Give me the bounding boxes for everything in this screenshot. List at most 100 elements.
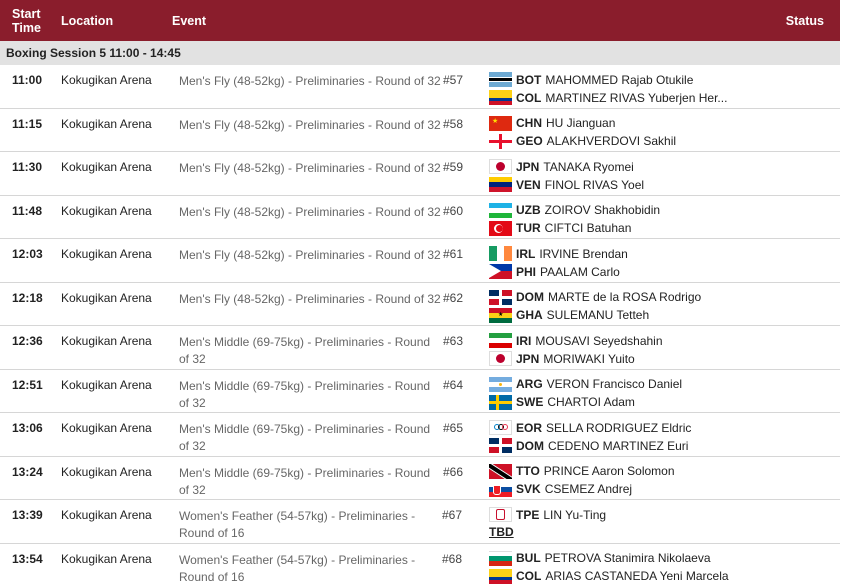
country-code: GHA [516, 308, 543, 322]
country-code: EOR [516, 421, 542, 435]
competitor-1[interactable]: DOM MARTE de la ROSA Rodrigo [489, 289, 701, 306]
country-code: IRL [516, 247, 535, 261]
start-time: 11:30 [12, 160, 42, 174]
event-name[interactable]: Men's Middle (69-75kg) - Preliminaries -… [179, 334, 441, 368]
competitor-2[interactable]: PHI PAALAM Carlo [489, 263, 620, 280]
flag-icon [489, 351, 512, 366]
competitor-1[interactable]: BOT MAHOMMED Rajab Otukile [489, 71, 693, 88]
match-number: #64 [443, 378, 463, 392]
event-name[interactable]: Men's Fly (48-52kg) - Preliminaries - Ro… [179, 291, 441, 308]
event-name[interactable]: Men's Fly (48-52kg) - Preliminaries - Ro… [179, 73, 441, 90]
schedule-row[interactable]: 12:18 Kokugikan Arena Men's Fly (48-52kg… [0, 283, 840, 327]
match-number: #59 [443, 160, 463, 174]
flag-icon [489, 90, 512, 105]
country-code: DOM [516, 290, 544, 304]
start-time: 11:00 [12, 73, 42, 87]
country-code: TPE [516, 508, 539, 522]
competitor-2[interactable]: GEO ALAKHVERDOVI Sakhil [489, 133, 676, 150]
country-code: COL [516, 91, 541, 105]
competitor-1[interactable]: ARG VERON Francisco Daniel [489, 376, 682, 393]
event-name[interactable]: Men's Middle (69-75kg) - Preliminaries -… [179, 378, 441, 412]
athlete-name: MARTINEZ RIVAS Yuberjen Her... [545, 91, 727, 105]
location: Kokugikan Arena [61, 508, 152, 522]
schedule-row[interactable]: 11:15 Kokugikan Arena Men's Fly (48-52kg… [0, 109, 840, 153]
match-number: #57 [443, 73, 463, 87]
competitor-1[interactable]: EOR SELLA RODRIGUEZ Eldric [489, 419, 691, 436]
event-name[interactable]: Women's Feather (54-57kg) - Preliminarie… [179, 508, 441, 542]
flag-icon [489, 507, 512, 522]
athlete-name: MORIWAKI Yuito [543, 352, 634, 366]
athlete-name: VERON Francisco Daniel [547, 377, 682, 391]
athlete-name: HU Jianguan [546, 116, 615, 130]
event-name[interactable]: Men's Fly (48-52kg) - Preliminaries - Ro… [179, 247, 441, 264]
schedule-row[interactable]: 12:36 Kokugikan Arena Men's Middle (69-7… [0, 326, 840, 370]
competitor-1[interactable]: IRI MOUSAVI Seyedshahin [489, 332, 663, 349]
athlete-name: ARIAS CASTANEDA Yeni Marcela [545, 569, 728, 583]
competitor-2[interactable]: SWE CHARTOI Adam [489, 394, 635, 411]
start-time: 11:48 [12, 204, 42, 218]
schedule-row[interactable]: 13:54 Kokugikan Arena Women's Feather (5… [0, 544, 840, 587]
competitor-1[interactable]: UZB ZOIROV Shakhobidin [489, 202, 660, 219]
country-code: JPN [516, 160, 539, 174]
start-time: 12:18 [12, 291, 43, 305]
flag-icon [489, 420, 512, 435]
column-header-start-time[interactable]: Start Time [12, 0, 52, 41]
session-title: Boxing Session 5 11:00 - 14:45 [0, 41, 840, 65]
flag-icon [489, 333, 512, 348]
competitor-1[interactable]: ★ CHN HU Jianguan [489, 115, 615, 132]
column-header-location[interactable]: Location [61, 0, 113, 41]
schedule-row[interactable]: 13:24 Kokugikan Arena Men's Middle (69-7… [0, 457, 840, 501]
athlete-name: CEDENO MARTINEZ Euri [548, 439, 688, 453]
flag-icon [489, 246, 512, 261]
country-code: PHI [516, 265, 536, 279]
event-name[interactable]: Men's Fly (48-52kg) - Preliminaries - Ro… [179, 160, 441, 177]
event-name[interactable]: Men's Middle (69-75kg) - Preliminaries -… [179, 465, 441, 499]
competitor-2[interactable]: VEN FINOL RIVAS Yoel [489, 176, 644, 193]
athlete-name: PETROVA Stanimira Nikolaeva [545, 551, 711, 565]
competitor-1[interactable]: JPN TANAKA Ryomei [489, 158, 634, 175]
schedule-row[interactable]: 11:48 Kokugikan Arena Men's Fly (48-52kg… [0, 196, 840, 240]
competitor-1[interactable]: BUL PETROVA Stanimira Nikolaeva [489, 550, 711, 567]
schedule-row[interactable]: 11:00 Kokugikan Arena Men's Fly (48-52kg… [0, 65, 840, 109]
schedule-row[interactable]: 11:30 Kokugikan Arena Men's Fly (48-52kg… [0, 152, 840, 196]
start-time: 13:24 [12, 465, 43, 479]
match-number: #68 [442, 552, 462, 566]
schedule-row[interactable]: 13:06 Kokugikan Arena Men's Middle (69-7… [0, 413, 840, 457]
competitor-2[interactable]: TUR CIFTCI Batuhan [489, 220, 631, 237]
location: Kokugikan Arena [61, 204, 152, 218]
column-header-status[interactable]: Status [786, 0, 824, 41]
competitor-1[interactable]: TPE LIN Yu-Ting [489, 506, 606, 523]
event-name[interactable]: Men's Middle (69-75kg) - Preliminaries -… [179, 421, 441, 455]
column-header-event[interactable]: Event [172, 0, 206, 41]
location: Kokugikan Arena [61, 465, 152, 479]
event-name[interactable]: Men's Fly (48-52kg) - Preliminaries - Ro… [179, 117, 441, 134]
competitor-1[interactable]: TTO PRINCE Aaron Solomon [489, 463, 675, 480]
competitor-2[interactable]: SVK CSEMEZ Andrej [489, 481, 632, 498]
event-name[interactable]: Men's Fly (48-52kg) - Preliminaries - Ro… [179, 204, 441, 221]
country-code: JPN [516, 352, 539, 366]
country-code: GEO [516, 134, 543, 148]
location: Kokugikan Arena [61, 160, 152, 174]
flag-icon [489, 72, 512, 87]
competitor-2[interactable]: ★ GHA SULEMANU Tetteh [489, 307, 649, 324]
flag-icon: ★ [489, 308, 512, 323]
country-code: TUR [516, 221, 541, 235]
competitor-1[interactable]: IRL IRVINE Brendan [489, 245, 628, 262]
event-name[interactable]: Women's Feather (54-57kg) - Preliminarie… [179, 552, 441, 586]
schedule-row[interactable]: 13:39 Kokugikan Arena Women's Feather (5… [0, 500, 840, 544]
athlete-name: ALAKHVERDOVI Sakhil [547, 134, 676, 148]
competitor-2[interactable]: JPN MORIWAKI Yuito [489, 350, 635, 367]
competitor-2[interactable]: COL ARIAS CASTANEDA Yeni Marcela [489, 568, 729, 585]
location: Kokugikan Arena [61, 247, 152, 261]
location: Kokugikan Arena [61, 552, 152, 566]
schedule-row[interactable]: 12:03 Kokugikan Arena Men's Fly (48-52kg… [0, 239, 840, 283]
flag-icon [489, 377, 512, 392]
schedule-row[interactable]: 12:51 Kokugikan Arena Men's Middle (69-7… [0, 370, 840, 414]
competitor-2[interactable]: DOM CEDENO MARTINEZ Euri [489, 437, 688, 454]
location: Kokugikan Arena [61, 291, 152, 305]
start-time: 13:06 [12, 421, 43, 435]
competitor-2[interactable]: COL MARTINEZ RIVAS Yuberjen Her... [489, 89, 727, 106]
athlete-name: SELLA RODRIGUEZ Eldric [546, 421, 691, 435]
athlete-name: CSEMEZ Andrej [545, 482, 632, 496]
start-time: 13:54 [12, 552, 43, 566]
